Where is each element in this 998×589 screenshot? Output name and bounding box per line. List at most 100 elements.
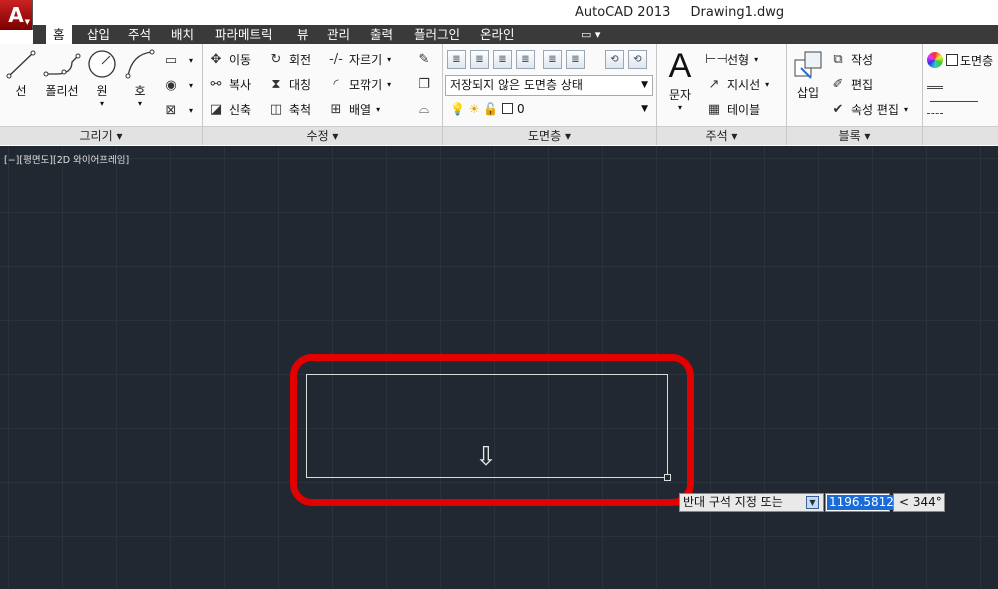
drawing-viewport[interactable]: [−][평면도][2D 와이어프레임] ⇩ 반대 구석 지정 또는 ▼ 1196… bbox=[0, 146, 998, 589]
table-icon: ▦ bbox=[707, 101, 721, 117]
attr-edit-label: 속성 편집 bbox=[851, 102, 899, 117]
line-label: 선 bbox=[15, 84, 27, 98]
tab-plugins[interactable]: 플러그인 bbox=[407, 25, 467, 44]
scale-tool[interactable]: ◫ 축척 bbox=[267, 99, 311, 119]
chevron-down-icon[interactable]: ▾ bbox=[189, 106, 193, 115]
layer-dropdown[interactable]: 💡 ☀ 🔓 0 ▼ bbox=[445, 99, 653, 120]
polyline-tool[interactable]: 폴리선 bbox=[42, 48, 82, 99]
leader-icon: ↗ bbox=[708, 76, 720, 92]
edit-block-icon: ✐ bbox=[832, 76, 844, 92]
insert-label: 삽입 bbox=[796, 86, 820, 100]
arc-label: 호 bbox=[134, 84, 146, 98]
layer-isolate-icon[interactable]: ≣ bbox=[516, 50, 535, 69]
unlock-icon: 🔓 bbox=[483, 102, 499, 116]
mirror-tool[interactable]: ⧗ 대칭 bbox=[267, 74, 311, 94]
layer-freeze-icon[interactable]: ≣ bbox=[543, 50, 562, 69]
layer-lock-icon[interactable]: ⟲ bbox=[605, 50, 624, 69]
leader-tool[interactable]: ↗ 지시선 ▾ bbox=[705, 74, 770, 94]
tab-annotate[interactable]: 주석 bbox=[121, 25, 158, 44]
tab-output[interactable]: 출력 bbox=[363, 25, 400, 44]
linear-dim-tool[interactable]: ⊢⊣ 선형 ▾ bbox=[705, 49, 758, 69]
lineweight-control[interactable] bbox=[927, 80, 997, 108]
autocad-logo-icon: A bbox=[8, 3, 24, 27]
lineweight-icon bbox=[927, 86, 943, 89]
offset-icon: ⌓ bbox=[418, 101, 430, 117]
eye-icon: ◉ bbox=[165, 77, 177, 93]
viewport-controls-label[interactable]: [−][평면도][2D 와이어프레임] bbox=[4, 152, 129, 166]
chevron-down-icon[interactable]: ▾ bbox=[663, 103, 697, 112]
erase-tool[interactable]: ✎ bbox=[415, 49, 437, 69]
tab-online[interactable]: 온라인 bbox=[473, 25, 522, 44]
chevron-down-icon[interactable]: ▾ bbox=[904, 105, 908, 114]
array-tool[interactable]: ⊞ 배열 ▾ bbox=[327, 99, 381, 119]
tab-view[interactable]: 뷰 bbox=[290, 25, 316, 44]
mirror-icon: ⧗ bbox=[271, 76, 281, 92]
dynamic-angle-field[interactable]: < 344° bbox=[893, 493, 945, 512]
chevron-down-icon[interactable]: ▾ bbox=[124, 99, 156, 108]
layers-panel-title[interactable]: 도면층 ▾ bbox=[443, 126, 656, 145]
arc-tool[interactable]: 호 ▾ bbox=[124, 48, 156, 108]
draw-panel-title[interactable]: 그리기 ▾ bbox=[0, 126, 202, 145]
stretch-tool[interactable]: ◪ 신축 bbox=[207, 99, 251, 119]
chevron-down-icon[interactable]: ▾ bbox=[387, 80, 391, 89]
annotation-panel-title[interactable]: 주석 ▾ bbox=[657, 126, 786, 145]
application-menu-button[interactable]: A ▼ bbox=[0, 0, 33, 30]
circle-tool[interactable]: 원 ▾ bbox=[86, 48, 118, 108]
ribbon-options-icon[interactable]: ▭ ▾ bbox=[581, 28, 600, 41]
layer-match-icon[interactable]: ≣ bbox=[470, 50, 489, 69]
tab-parametric[interactable]: 파라메트릭 bbox=[208, 25, 280, 44]
ribbon: 선 폴리선 원 ▾ 호 ▾ ▭ ▾ ◉ ▾ ⊠ ▾ 그리기 ▾ ✥ 이동 ⚯ 복사 ◪ 신축… bbox=[0, 44, 998, 145]
leader-label: 지시선 bbox=[727, 77, 761, 92]
edit-block-tool[interactable]: ✐ 편집 bbox=[829, 74, 874, 94]
create-label: 작성 bbox=[851, 52, 874, 67]
tab-manage[interactable]: 관리 bbox=[320, 25, 357, 44]
explode-tool[interactable]: ❐ bbox=[415, 74, 437, 94]
chevron-down-icon[interactable]: ▾ bbox=[754, 55, 758, 64]
properties-panel-title bbox=[923, 126, 998, 145]
block-panel-title[interactable]: 블록 ▾ bbox=[787, 126, 922, 145]
properties-layer-label: 도면층 bbox=[960, 53, 994, 68]
chevron-down-icon[interactable]: ▾ bbox=[189, 56, 193, 65]
rotate-tool[interactable]: ↻ 회전 bbox=[267, 49, 312, 69]
create-block-tool[interactable]: ⧉ 작성 bbox=[829, 49, 873, 69]
chevron-down-icon[interactable]: ▾ bbox=[189, 81, 193, 90]
chevron-down-icon[interactable]: ▾ bbox=[376, 105, 380, 114]
rectangle-tool[interactable]: ▭ ▾ bbox=[162, 50, 193, 70]
fillet-tool[interactable]: ◜ 모깎기 ▾ bbox=[327, 74, 391, 94]
tab-insert[interactable]: 삽입 bbox=[80, 25, 117, 44]
move-tool[interactable]: ✥ 이동 bbox=[207, 49, 252, 69]
tab-layout[interactable]: 배치 bbox=[164, 25, 201, 44]
tab-home[interactable]: 홈 bbox=[46, 25, 72, 44]
dynamic-input-field[interactable]: 1196.5812 bbox=[825, 493, 896, 512]
scale-icon: ◫ bbox=[269, 101, 283, 117]
attr-edit-tool[interactable]: ✔ 속성 편집 ▾ bbox=[829, 99, 908, 119]
line-tool[interactable]: 선 bbox=[6, 48, 36, 99]
stretch-icon: ◪ bbox=[209, 101, 223, 117]
layer-properties-icon[interactable]: ≣ bbox=[447, 50, 466, 69]
copy-tool[interactable]: ⚯ 복사 bbox=[207, 74, 252, 94]
move-label: 이동 bbox=[229, 52, 252, 67]
layer-state-dropdown[interactable]: 저장되지 않은 도면층 상태 ▼ bbox=[445, 75, 653, 96]
text-tool[interactable]: A 문자 ▾ bbox=[663, 48, 697, 112]
options-down-arrow-icon[interactable]: ▼ bbox=[806, 496, 819, 509]
text-a-icon: A bbox=[668, 47, 692, 85]
current-layer-name: 0 bbox=[516, 102, 525, 116]
trim-tool[interactable]: -/- 자르기 ▾ bbox=[327, 49, 391, 69]
hatch-tool[interactable]: ◉ ▾ bbox=[162, 75, 193, 95]
insert-block-tool[interactable]: 삽입 bbox=[791, 48, 825, 101]
layer-unlock-icon[interactable]: ⟲ bbox=[628, 50, 647, 69]
region-tool[interactable]: ⊠ ▾ bbox=[162, 100, 193, 120]
offset-tool[interactable]: ⌓ bbox=[415, 99, 437, 119]
linetype-icon bbox=[927, 113, 943, 114]
layer-previous-icon[interactable]: ≣ bbox=[493, 50, 512, 69]
chevron-down-icon[interactable]: ▾ bbox=[86, 99, 118, 108]
copy-label: 복사 bbox=[229, 77, 252, 92]
layer-off-icon[interactable]: ≣ bbox=[566, 50, 585, 69]
table-tool[interactable]: ▦ 테이블 bbox=[705, 99, 760, 119]
layer-color-control[interactable]: 도면층 bbox=[927, 50, 993, 70]
circle-label: 원 bbox=[96, 84, 108, 98]
attribute-edit-icon: ✔ bbox=[832, 101, 844, 117]
chevron-down-icon[interactable]: ▾ bbox=[765, 80, 769, 89]
modify-panel-title[interactable]: 수정 ▾ bbox=[203, 126, 442, 145]
chevron-down-icon[interactable]: ▾ bbox=[387, 55, 391, 64]
